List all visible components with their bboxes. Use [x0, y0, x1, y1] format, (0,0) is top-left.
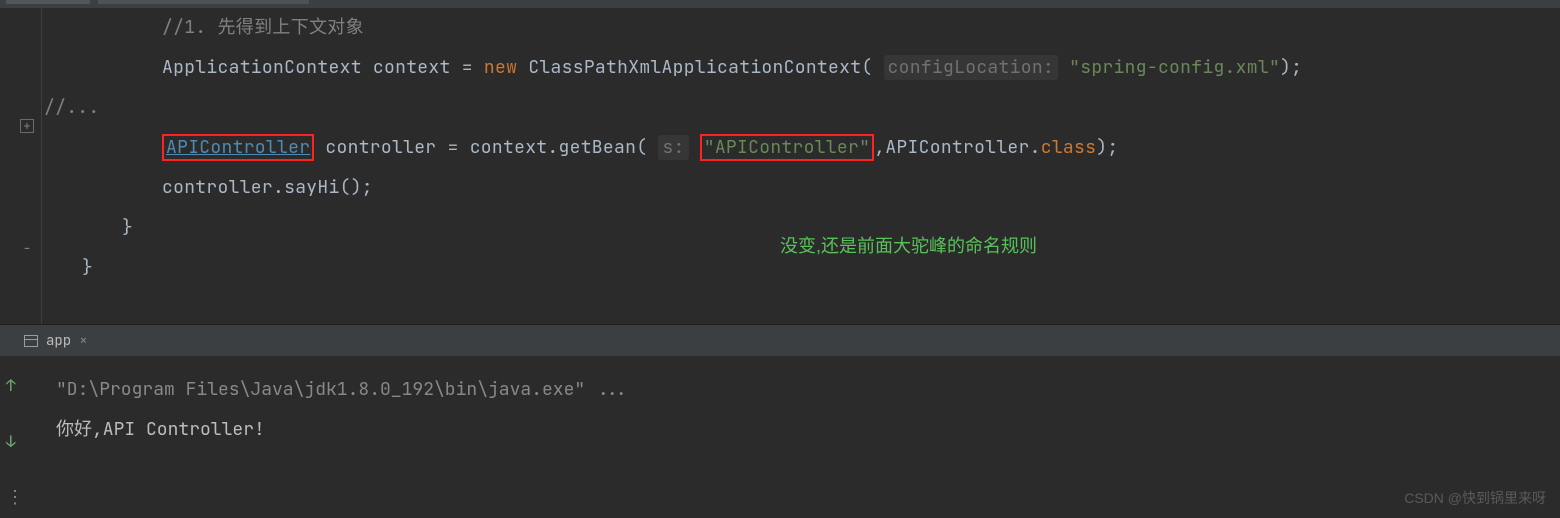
console-panel[interactable]: ↑ ↓ ⋮ "D:\Program Files\Java\jdk1.8.0_19…: [0, 356, 1560, 516]
close-icon[interactable]: ×: [79, 332, 87, 350]
param-hint: s:: [658, 135, 688, 160]
keyword-class: class: [1041, 136, 1097, 159]
param-hint: configLocation:: [884, 55, 1059, 80]
brace: }: [82, 256, 93, 279]
keyword-new: new: [484, 56, 517, 79]
fold-collapse-icon[interactable]: −: [20, 240, 34, 254]
editor-tabs-strip: p.java × C APIController.java ×: [0, 0, 1560, 8]
code-line[interactable]: ApplicationContext context = new ClassPa…: [42, 48, 1560, 88]
code-line-folded[interactable]: //...: [42, 88, 1560, 128]
gutter: + −: [0, 8, 42, 324]
code-text: controller.sayHi();: [162, 176, 373, 199]
highlight-box-string: "APIController": [700, 134, 875, 161]
tab-file-1[interactable]: p.java ×: [6, 0, 90, 4]
class-reference[interactable]: APIController: [166, 136, 310, 159]
fold-expand-icon[interactable]: +: [20, 119, 34, 133]
brace: }: [122, 216, 133, 239]
code-line[interactable]: //1. 先得到上下文对象: [42, 8, 1560, 48]
string-literal: "APIController": [704, 136, 871, 159]
fold-placeholder: //...: [44, 96, 100, 119]
arrow-down-icon[interactable]: ↓: [6, 422, 24, 462]
highlight-box-type: APIController: [162, 134, 314, 161]
watermark: CSDN @快到锅里来呀: [1404, 488, 1546, 508]
comment-text: //1. 先得到上下文对象: [162, 16, 364, 39]
console-command: "D:\Program Files\Java\jdk1.8.0_192\bin\…: [56, 370, 1560, 410]
code-text: ClassPathXmlApplicationContext(: [517, 56, 883, 79]
overflow-icon[interactable]: ⋮: [6, 478, 24, 518]
console-output: 你好,API Controller!: [56, 410, 1560, 450]
code-text: controller = context.getBean(: [314, 136, 658, 159]
arrow-up-icon[interactable]: ↑: [6, 366, 24, 406]
code-line[interactable]: APIController controller = context.getBe…: [42, 128, 1560, 168]
code-editor[interactable]: + − //1. 先得到上下文对象 ApplicationContext con…: [0, 8, 1560, 324]
tool-window-tabstrip: app ×: [0, 324, 1560, 356]
tab-file-2[interactable]: C APIController.java ×: [98, 0, 308, 4]
code-text: );: [1280, 56, 1302, 79]
annotation-text: 没变,还是前面大驼峰的命名规则: [780, 232, 1037, 258]
code-line[interactable]: controller.sayHi();: [42, 168, 1560, 208]
code-text: ,APIController.: [874, 136, 1041, 159]
string-literal: "spring-config.xml": [1069, 56, 1280, 79]
tool-window-tab-label[interactable]: app: [46, 332, 71, 350]
code-text: );: [1096, 136, 1118, 159]
window-icon: [24, 335, 38, 347]
code-text: ApplicationContext context =: [162, 56, 484, 79]
console-toolbar: ↑ ↓ ⋮: [6, 366, 24, 518]
